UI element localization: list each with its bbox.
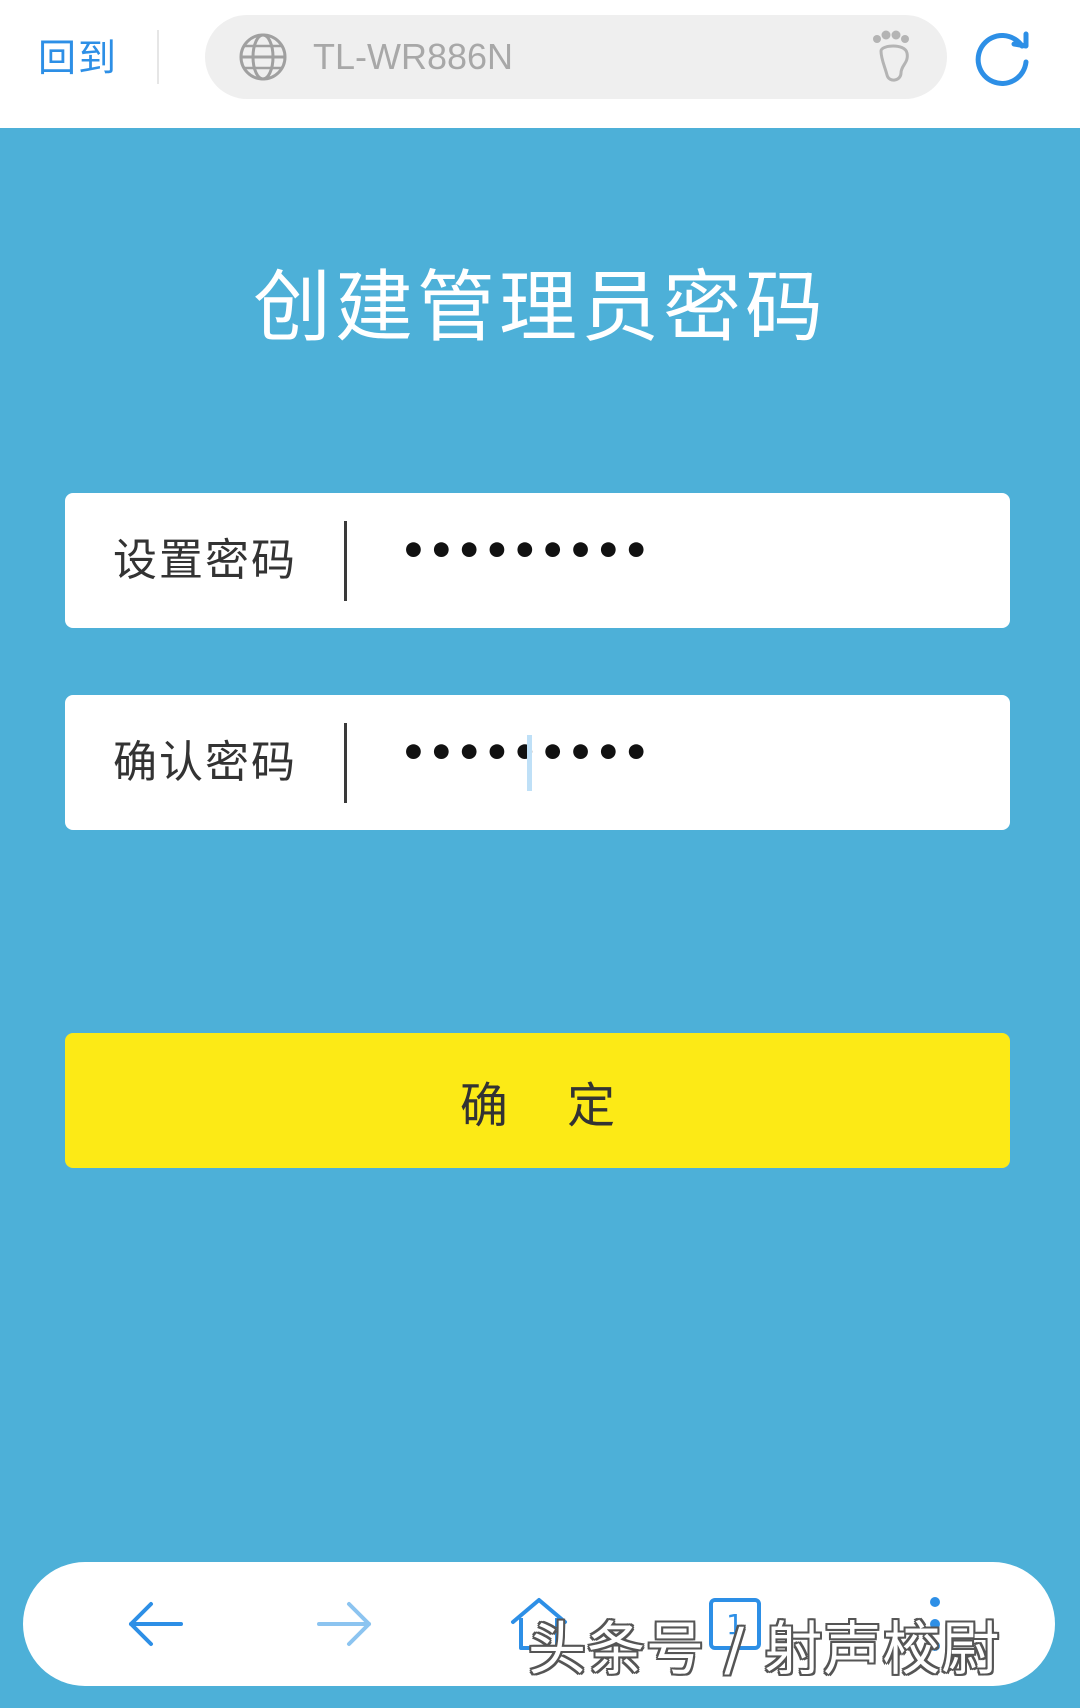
back-arrow-icon[interactable]: [123, 1592, 187, 1656]
confirm-password-input[interactable]: •••••••••: [400, 723, 651, 783]
set-password-label: 设置密码: [113, 535, 297, 586]
field-separator: [344, 723, 347, 803]
set-password-field[interactable]: 设置密码 •••••••••: [65, 493, 1010, 628]
back-to-button[interactable]: 回到: [38, 34, 118, 82]
globe-icon: [239, 33, 287, 81]
refresh-icon[interactable]: [970, 26, 1034, 90]
page-title: 创建管理员密码: [252, 263, 827, 353]
confirm-button[interactable]: 确 定: [65, 1033, 1010, 1168]
top-bar-divider: [157, 30, 159, 84]
browser-top-bar: 回到 TL-WR886N: [0, 0, 1080, 128]
text-caret: [527, 735, 532, 791]
address-bar[interactable]: TL-WR886N: [205, 15, 947, 99]
set-password-input[interactable]: •••••••••: [400, 521, 651, 581]
confirm-password-label: 确认密码: [113, 737, 297, 788]
confirm-password-field[interactable]: 确认密码 •••••••••: [65, 695, 1010, 830]
footprint-icon[interactable]: [867, 29, 917, 85]
field-separator: [344, 521, 347, 601]
forward-arrow-icon[interactable]: [313, 1592, 377, 1656]
url-text: TL-WR886N: [313, 36, 514, 77]
watermark-text: 头条号 / 射声校尉: [528, 1615, 1001, 1683]
